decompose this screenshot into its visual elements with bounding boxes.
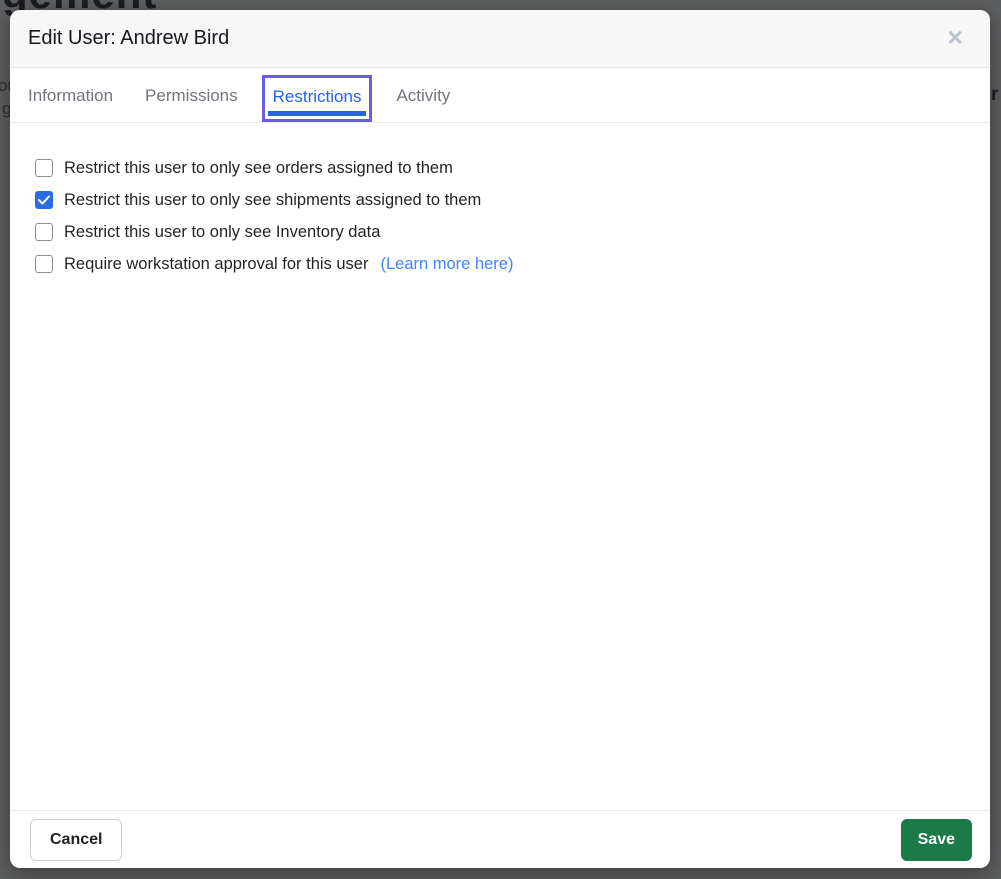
edit-user-modal: Edit User: Andrew Bird ✕ Information Per… <box>10 10 990 868</box>
tab-bar: Information Permissions Restrictions Act… <box>10 68 990 123</box>
modal-title: Edit User: Andrew Bird <box>28 27 229 50</box>
restriction-label: Require workstation approval for this us… <box>64 255 368 274</box>
shipments-restriction-checkbox[interactable] <box>35 191 53 209</box>
workstation-approval-checkbox[interactable] <box>35 255 53 273</box>
orders-restriction-checkbox[interactable] <box>35 159 53 177</box>
tab-permissions[interactable]: Permissions <box>145 81 238 110</box>
tab-activity[interactable]: Activity <box>396 81 450 110</box>
checkmark-icon <box>38 195 50 205</box>
modal-header: Edit User: Andrew Bird ✕ <box>10 10 990 68</box>
save-button[interactable]: Save <box>901 819 972 861</box>
restrictions-panel: Restrict this user to only see orders as… <box>10 123 990 810</box>
close-icon[interactable]: ✕ <box>944 26 966 51</box>
restriction-row[interactable]: Restrict this user to only see Inventory… <box>35 216 990 248</box>
restriction-label: Restrict this user to only see orders as… <box>64 159 453 178</box>
background-text-fragment: r <box>991 84 998 106</box>
tab-information[interactable]: Information <box>28 81 113 110</box>
modal-footer: Cancel Save <box>10 810 990 868</box>
restriction-label: Restrict this user to only see shipments… <box>64 191 481 210</box>
learn-more-link[interactable]: (Learn more here) <box>380 255 513 274</box>
restriction-row[interactable]: Restrict this user to only see orders as… <box>35 152 990 184</box>
cancel-button[interactable]: Cancel <box>30 819 122 861</box>
tab-restrictions[interactable]: Restrictions <box>262 75 373 122</box>
restriction-row[interactable]: Require workstation approval for this us… <box>35 248 990 280</box>
restriction-label: Restrict this user to only see Inventory… <box>64 223 380 242</box>
restriction-row[interactable]: Restrict this user to only see shipments… <box>35 184 990 216</box>
inventory-restriction-checkbox[interactable] <box>35 223 53 241</box>
